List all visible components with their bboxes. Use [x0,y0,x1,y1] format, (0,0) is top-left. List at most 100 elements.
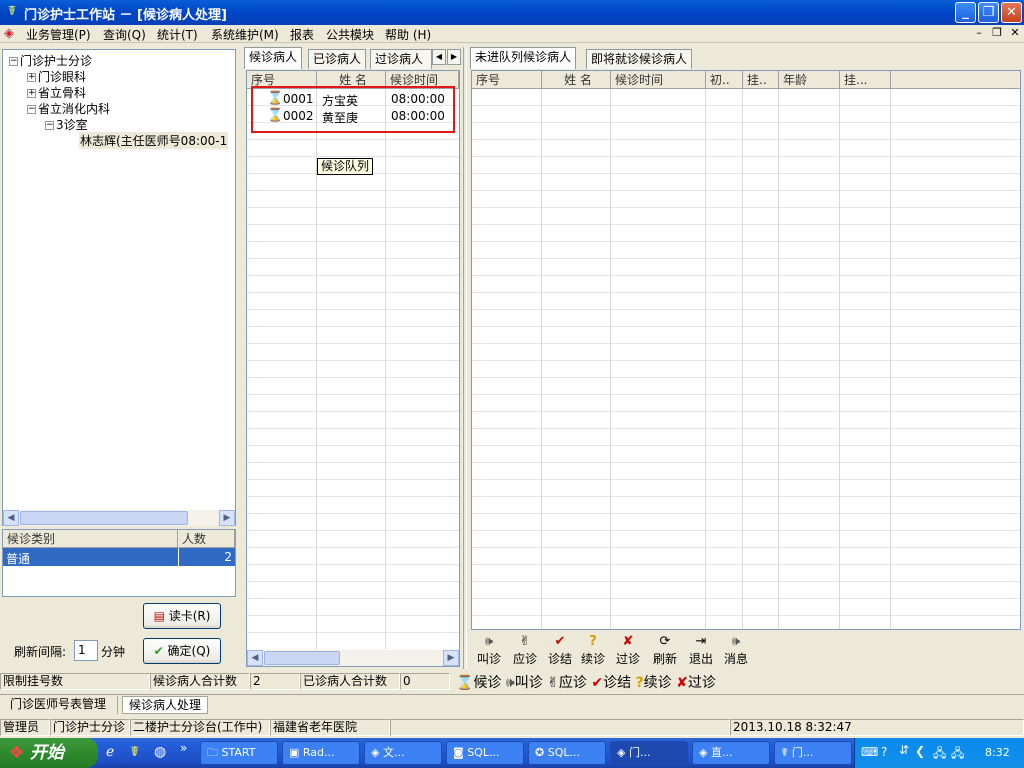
expand-tray-icon[interactable]: ❮ [915,744,925,758]
exit-icon: ⇥ [695,634,707,649]
network-icon[interactable]: 🖧 [933,744,946,765]
chevron-icon[interactable]: » [180,741,187,755]
answer-icon: ✌ [547,675,559,691]
clock[interactable]: 8:32 [985,746,1010,759]
tree-root[interactable]: − 门诊护士分诊 [9,52,92,69]
menu-system[interactable]: 系统维护(M) [211,26,279,43]
confirm-button[interactable]: ✔ 确定(Q) [143,638,221,664]
task-outpatient[interactable]: ☤ 门... [774,741,852,765]
exit-button[interactable]: ⇥ 退出 [687,634,715,667]
scroll-left-icon[interactable]: ◀ [3,510,19,526]
sql-icon: ✪ [535,746,545,759]
collapse-icon[interactable]: − [45,121,54,130]
menu-help[interactable]: 帮助 (H) [385,26,431,43]
scroll-left-icon[interactable]: ◀ [247,650,263,666]
tree-item-ortho[interactable]: + 省立骨科 [27,84,86,101]
tree-item-room[interactable]: −3诊室 [45,116,88,133]
mdi-tab-waiting[interactable]: 候诊病人处理 [122,696,208,714]
column-age[interactable]: 年龄 [779,71,840,89]
skip-button[interactable]: ✘ 过诊 [614,634,642,667]
column-registration[interactable]: 挂.. [743,71,779,89]
answer-icon: ✌ [519,634,531,649]
scroll-right-icon[interactable]: ▶ [443,650,459,666]
minimize-button[interactable]: _ [955,2,976,23]
menu-public[interactable]: 公共模块 [326,26,374,43]
app-menu-icon[interactable]: ◈ [4,26,14,41]
column-number[interactable]: 序号 [472,71,542,89]
table-row[interactable]: 普通 2 [3,548,235,566]
app-icon: ◈ [617,746,626,759]
task-direct[interactable]: ◈ 直... [692,741,770,765]
task-rad[interactable]: ▣ Rad... [282,741,360,765]
network-icon[interactable]: 🖧 [951,744,964,765]
conclude-button[interactable]: ✔ 诊结 [546,634,574,667]
expand-icon[interactable]: + [27,89,36,98]
tab-waiting[interactable]: 候诊病人 [244,47,303,69]
menu-query[interactable]: 查询(Q) [103,26,146,43]
close-button[interactable]: ✕ [1001,2,1022,23]
column-registration-type[interactable]: 挂... [840,71,891,89]
menu-statistics[interactable]: 统计(T) [157,26,198,43]
ie-icon[interactable]: ℯ [106,744,114,760]
keyboard-icon[interactable]: ⌨ [861,745,878,759]
task-doc[interactable]: ◈ 文... [364,741,442,765]
grid-hscrollbar[interactable]: ◀ ▶ [247,650,459,666]
tab-scroll-right-icon[interactable]: ▶ [447,49,461,65]
column-name[interactable]: 姓 名 [542,71,611,89]
start-button[interactable]: ❖ 开始 [0,738,98,768]
mdi-restore-button[interactable]: ❐ [990,27,1004,40]
mdi-close-button[interactable]: ✕ [1008,27,1022,40]
scroll-thumb[interactable] [20,511,188,525]
tree-item-doctor[interactable]: 林志辉(主任医师号08:00-1 [79,132,229,149]
column-wait-time[interactable]: 候诊时间 [611,71,706,89]
limit-registration-label: 限制挂号数 [0,673,150,690]
expand-icon[interactable]: + [27,73,36,82]
tab-missed[interactable]: 过诊病人 [370,49,432,69]
pane-splitter[interactable] [463,47,467,669]
module-status: 门诊护士分诊 [50,719,130,736]
status-spacer [390,719,730,736]
station-status: 二楼护士分诊台(工作中) [130,719,270,736]
answer-button[interactable]: ✌ 应诊 [511,634,539,667]
call-button[interactable]: 🕪 叫诊 [475,634,503,667]
not-queued-grid[interactable]: 序号 姓 名 候诊时间 初.. 挂.. 年龄 挂... [471,70,1021,630]
scroll-thumb[interactable] [264,651,340,665]
collapse-icon[interactable]: − [9,57,18,66]
window-title: 门诊护士工作站 － [候诊病人处理] [24,8,227,23]
tree-item-gastro[interactable]: − 省立消化内科 [27,100,110,117]
mdi-tab-schedule[interactable]: 门诊医师号表管理 [4,696,118,714]
tree-hscrollbar[interactable]: ◀ ▶ [3,510,235,526]
refresh-button[interactable]: ⟳ 刷新 [651,634,679,667]
refresh-interval-input[interactable]: 1 [74,640,98,661]
help-icon[interactable]: ? [881,745,887,759]
mdi-minimize-button[interactable]: – [972,27,986,40]
task-outpatient-active[interactable]: ◈ 门... [610,741,688,765]
tab-upcoming[interactable]: 即将就诊候诊病人 [586,49,693,69]
tab-not-queued[interactable]: 未进队列候诊病人 [470,47,577,69]
column-first-visit[interactable]: 初.. [706,71,743,89]
task-start[interactable]: 🗀 START [200,741,278,765]
column-category[interactable]: 候诊类别 [3,530,178,548]
message-button[interactable]: 🕪 消息 [722,634,750,667]
department-tree[interactable]: − 门诊护士分诊 + 门诊眼科 + 省立骨科 − 省立消化内科 −3诊室 林志辉(主任医… [2,49,236,526]
tab-seen[interactable]: 已诊病人 [308,49,367,69]
column-count[interactable]: 人数 [178,530,235,548]
scroll-right-icon[interactable]: ▶ [219,510,235,526]
waiting-patients-grid[interactable]: 序号 姓 名 候诊时间 ⌛ 0001 方宝英 08:00:00 ⌛ 0002 黄… [246,70,460,667]
menu-business[interactable]: 业务管理(P) [26,26,91,43]
continue-button[interactable]: ? 续诊 [579,634,607,667]
tree-item-eye[interactable]: + 门诊眼科 [27,68,86,85]
tray-arrow-icon[interactable]: ⇵ [899,743,909,757]
app-icon[interactable]: ☤ [4,4,20,20]
collapse-icon[interactable]: − [27,105,36,114]
app-quicklaunch-icon[interactable]: ☤ [130,744,139,760]
task-sql2[interactable]: ✪ SQL... [528,741,606,765]
quicklaunch-icon[interactable]: ◍ [154,744,166,760]
menu-reports[interactable]: 报表 [290,26,314,43]
grid-col-divider [890,89,891,629]
restore-button[interactable]: ❐ [978,2,999,23]
card-reader-icon: ▤ [153,609,165,623]
tab-scroll-left-icon[interactable]: ◀ [432,49,446,65]
task-sql1[interactable]: ◙ SQL... [446,741,524,765]
read-card-button[interactable]: ▤ 读卡(R) [143,603,221,629]
